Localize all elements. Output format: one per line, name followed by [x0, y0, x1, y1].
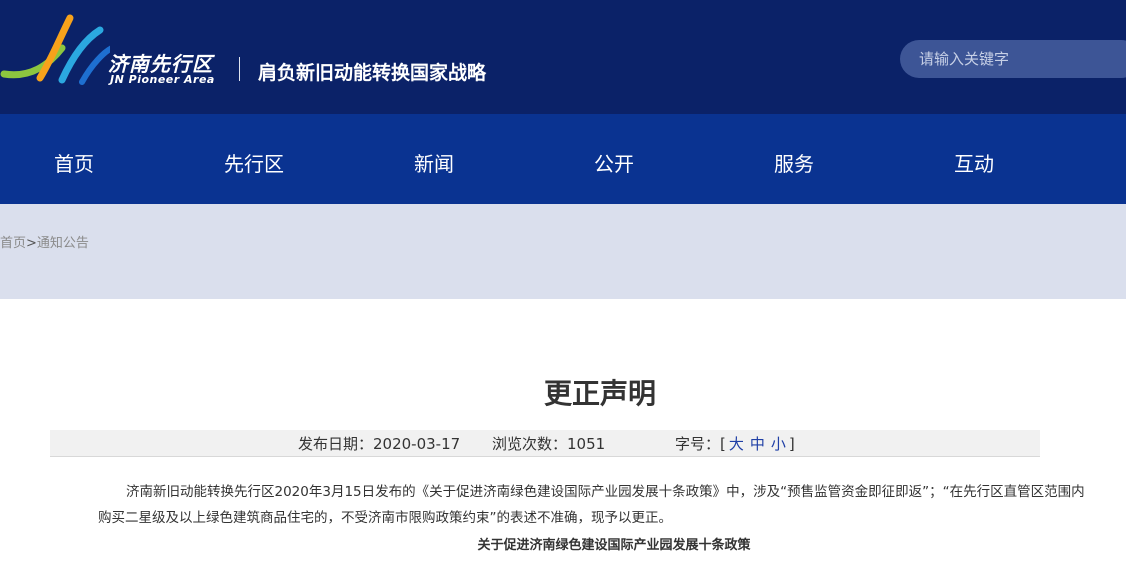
article-body: 济南新旧动能转换先行区2020年3月15日发布的《关于促进济南绿色建设国际产业园… — [98, 484, 1085, 526]
nav-item-news[interactable]: 新闻 — [414, 148, 454, 177]
breadcrumb-band: 首页>通知公告 — [0, 204, 1126, 299]
header-divider — [239, 57, 240, 81]
font-size-close: ] — [788, 435, 795, 453]
view-count: 浏览次数：1051 — [492, 435, 606, 453]
nav-item-home[interactable]: 首页 — [54, 148, 94, 177]
breadcrumb-current-link[interactable]: 通知公告 — [37, 236, 89, 251]
font-size-small-link[interactable]: 小 — [771, 435, 786, 453]
nav-item-services[interactable]: 服务 — [774, 148, 814, 177]
breadcrumb: 首页>通知公告 — [0, 232, 89, 251]
breadcrumb-separator: > — [26, 236, 37, 251]
logo-swoosh-icon[interactable] — [0, 8, 110, 88]
font-size-label: 字号：[ — [675, 435, 726, 453]
site-header: 济南先行区 JN Pioneer Area 肩负新旧动能转换国家战略 — [0, 0, 1126, 114]
nav-item-interaction[interactable]: 互动 — [954, 148, 994, 177]
main-nav: 首页 先行区 新闻 公开 服务 互动 — [0, 114, 1126, 204]
nav-item-pioneer-area[interactable]: 先行区 — [224, 148, 284, 177]
font-size-medium-link[interactable]: 中 — [750, 435, 765, 453]
article-title: 更正声明 — [543, 377, 656, 410]
publish-date: 发布日期：2020-03-17 — [298, 435, 461, 453]
logo-subtitle[interactable]: JN Pioneer Area — [110, 73, 215, 86]
breadcrumb-home-link[interactable]: 首页 — [0, 236, 26, 251]
nav-item-public[interactable]: 公开 — [594, 148, 634, 177]
article-subheading: 关于促进济南绿色建设国际产业园发展十条政策 — [477, 538, 751, 553]
article-meta-bar: 发布日期：2020-03-17 浏览次数：1051 字号：[大中小] — [50, 430, 1040, 457]
search-input[interactable] — [900, 40, 1126, 78]
font-size-large-link[interactable]: 大 — [729, 435, 744, 453]
header-slogan: 肩负新旧动能转换国家战略 — [258, 62, 487, 84]
font-size-switcher: 字号：[大中小] — [675, 433, 795, 454]
